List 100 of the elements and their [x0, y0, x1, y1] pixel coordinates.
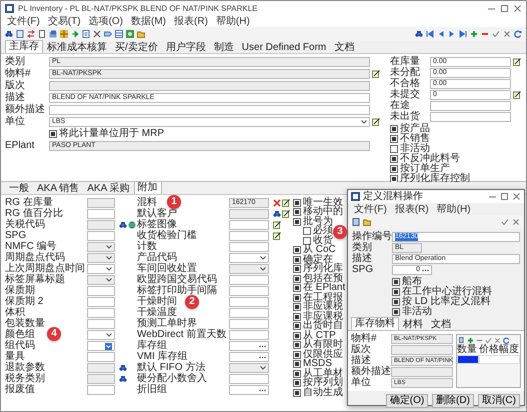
- menu-item[interactable]: 报表(R): [390, 203, 433, 215]
- checkbox[interactable]: 按序列划: [293, 378, 343, 388]
- tab[interactable]: AKA 采购: [83, 182, 134, 194]
- maximize-icon[interactable]: [500, 4, 509, 12]
- search-icon[interactable]: [5, 30, 13, 38]
- dropdown-field[interactable]: [87, 242, 115, 252]
- close-icon[interactable]: [513, 4, 522, 12]
- plus-icon[interactable]: [470, 30, 478, 38]
- menu-item[interactable]: 交易(T): [44, 15, 85, 27]
- edit-icon[interactable]: [282, 199, 290, 207]
- tab[interactable]: AKA 销售: [33, 182, 84, 194]
- checkbox[interactable]: 按订单生产: [390, 164, 522, 174]
- edit-icon[interactable]: [273, 232, 281, 240]
- checkbox[interactable]: 收货: [293, 236, 333, 246]
- input-field[interactable]: [229, 297, 269, 307]
- tag-icon[interactable]: [104, 30, 112, 38]
- tab[interactable]: 主库存: [5, 40, 43, 53]
- chevron-icon[interactable]: [260, 366, 266, 370]
- input-field[interactable]: [229, 308, 269, 318]
- menu-item[interactable]: 数据(M): [127, 15, 170, 27]
- edit-icon[interactable]: [372, 118, 380, 126]
- dropdown-field[interactable]: [87, 275, 115, 285]
- input-field[interactable]: [87, 352, 115, 362]
- input-field[interactable]: [229, 374, 269, 384]
- search-icon[interactable]: [119, 221, 127, 229]
- menu-item[interactable]: 帮助(H): [432, 203, 475, 215]
- edit-icon[interactable]: [282, 210, 290, 218]
- tab[interactable]: 文档: [427, 318, 455, 330]
- last-icon[interactable]: [459, 30, 467, 38]
- dropdown-field[interactable]: [87, 253, 115, 263]
- input-field[interactable]: [87, 220, 115, 230]
- input-field[interactable]: [87, 231, 115, 241]
- checkbox[interactable]: 按产品: [390, 124, 522, 134]
- checkbox[interactable]: 不反冲此料号: [390, 154, 522, 164]
- ellipsis-icon[interactable]: [259, 356, 266, 358]
- checkbox[interactable]: 船布: [392, 277, 422, 287]
- page-icon[interactable]: [38, 30, 46, 38]
- dropdown-field[interactable]: [87, 264, 115, 274]
- checkbox[interactable]: 批号为: [293, 217, 333, 226]
- input-field[interactable]: [430, 101, 511, 111]
- arrow-icon[interactable]: [71, 30, 79, 38]
- checkbox[interactable]: 不销售: [390, 134, 522, 144]
- checkbox[interactable]: 非活动: [392, 307, 432, 317]
- chevron-icon[interactable]: [260, 256, 266, 260]
- input-field[interactable]: [87, 363, 115, 373]
- chevron-icon[interactable]: [106, 267, 112, 271]
- image-icon[interactable]: [126, 30, 134, 38]
- first-icon[interactable]: [426, 30, 434, 38]
- table-icon[interactable]: [115, 30, 123, 38]
- checkbox[interactable]: 非应课税: [293, 312, 343, 322]
- stack-icon[interactable]: [49, 30, 57, 38]
- close-icon[interactable]: [494, 336, 501, 344]
- input-field[interactable]: [229, 275, 269, 285]
- input-field[interactable]: [87, 374, 115, 384]
- checkbox[interactable]: 在 EPlant: [293, 284, 346, 293]
- menu-item[interactable]: 选项(O): [84, 15, 128, 27]
- checkbox[interactable]: MSDS: [293, 360, 332, 369]
- dialog-button[interactable]: 确定(O): [386, 394, 428, 408]
- checkbox[interactable]: 按 LD 比率定义混料: [392, 297, 490, 307]
- tab[interactable]: 文档: [330, 41, 358, 53]
- checkbox[interactable]: 将此计量单位用于 MRP: [49, 129, 370, 139]
- tab[interactable]: 附加: [134, 181, 162, 194]
- input-field[interactable]: [430, 112, 511, 122]
- edit-icon[interactable]: [372, 70, 380, 78]
- document-icon[interactable]: [459, 336, 465, 344]
- ellipsis-icon[interactable]: [422, 268, 429, 272]
- input-field[interactable]: [229, 209, 269, 219]
- input-field[interactable]: [49, 81, 370, 91]
- search-icon[interactable]: [119, 364, 127, 372]
- checkbox[interactable]: 仅限供应: [293, 350, 343, 360]
- checkbox[interactable]: 从 CoC: [293, 246, 336, 255]
- close-icon[interactable]: [503, 30, 511, 38]
- checkbox[interactable]: 唯一生效: [293, 198, 343, 208]
- input-field[interactable]: [229, 286, 269, 296]
- check-icon[interactable]: [501, 218, 509, 226]
- input-field[interactable]: [229, 341, 269, 351]
- report-icon[interactable]: [82, 30, 90, 38]
- dialog-button[interactable]: 取消(C): [478, 394, 520, 408]
- checkbox[interactable]: 确定在: [293, 255, 333, 264]
- checkbox[interactable]: 序列化库: [293, 264, 343, 274]
- globe-icon[interactable]: [128, 221, 136, 229]
- checkbox[interactable]: 包括在预: [293, 274, 343, 284]
- document-icon[interactable]: [352, 218, 360, 226]
- chevron-icon[interactable]: [361, 120, 367, 124]
- checkbox[interactable]: 出货时自: [293, 322, 343, 331]
- folder-icon[interactable]: [137, 30, 145, 38]
- chevron-icon[interactable]: [260, 267, 266, 271]
- input-field[interactable]: [229, 242, 269, 252]
- dialog-button[interactable]: 删除(D): [432, 394, 474, 408]
- input-field[interactable]: [87, 297, 115, 307]
- checkbox[interactable]: 非活动: [390, 144, 522, 154]
- plus-icon[interactable]: [467, 336, 474, 344]
- dropdown-field[interactable]: [87, 330, 115, 340]
- menu-item[interactable]: 报表(R): [170, 15, 212, 27]
- input-field[interactable]: [87, 385, 115, 395]
- edit-icon[interactable]: [513, 91, 521, 99]
- document-icon[interactable]: [16, 30, 24, 38]
- input-field[interactable]: [87, 286, 115, 296]
- tab[interactable]: 一般: [5, 182, 33, 194]
- search-icon[interactable]: [415, 30, 423, 38]
